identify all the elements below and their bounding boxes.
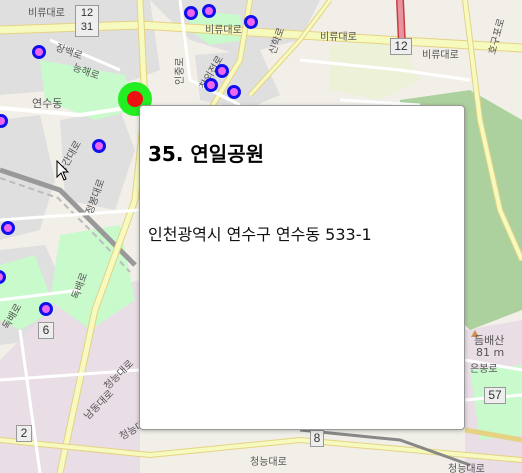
park-marker[interactable] xyxy=(215,64,229,78)
route-shield: 57 xyxy=(484,387,506,404)
route-shield: 8 xyxy=(310,430,324,447)
road-label: 청능대로 xyxy=(448,463,485,473)
park-marker[interactable] xyxy=(92,139,106,153)
district-label: 연수동 xyxy=(32,97,62,110)
road-label: 비류대로 xyxy=(28,7,65,19)
route-shield: 12 xyxy=(390,38,412,55)
route-shield: 6 xyxy=(38,322,54,339)
road-label: 청능대로 xyxy=(250,456,287,468)
park-marker[interactable] xyxy=(227,85,241,99)
route-shield: 2 xyxy=(16,425,32,442)
park-marker[interactable] xyxy=(1,221,15,235)
road-label: 비류대로 xyxy=(422,49,459,61)
park-marker[interactable] xyxy=(39,302,53,316)
road-label: 인중로 xyxy=(174,57,186,85)
park-marker[interactable] xyxy=(32,45,46,59)
park-marker[interactable] xyxy=(202,4,216,18)
popup-address: 인천광역시 연수구 연수동 533-1 xyxy=(148,225,372,244)
park-marker[interactable] xyxy=(204,78,218,92)
road-label: 비류대로 xyxy=(320,31,357,43)
mountain-elevation: 81 m xyxy=(476,346,504,359)
park-marker[interactable] xyxy=(184,6,198,20)
route-shield: 12 31 xyxy=(75,5,99,37)
popup-title: 35. 연일공원 xyxy=(148,142,264,166)
mouse-cursor-icon xyxy=(56,160,70,181)
road-label: 은봉로 xyxy=(470,363,498,375)
park-marker[interactable] xyxy=(244,15,258,29)
info-popup: 35. 연일공원 인천광역시 연수구 연수동 533-1 xyxy=(139,105,465,430)
road-label: 비류대로 xyxy=(205,24,242,36)
